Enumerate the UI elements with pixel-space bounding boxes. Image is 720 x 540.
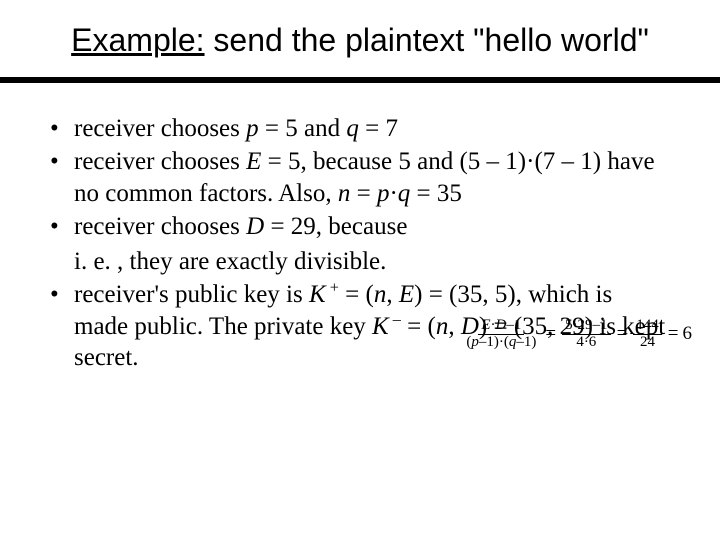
var-E: E: [481, 317, 490, 333]
slide: Example: send the plaintext "hello world…: [0, 0, 720, 540]
text: = 35: [410, 180, 462, 207]
text: –1: [506, 317, 521, 333]
formula: E·D–1 (p–1)·(q–1) = 5·29–1 4·6 = 144 24 …: [461, 318, 692, 351]
bullet-list: receiver chooses p = 5 and q = 7 receive…: [48, 113, 672, 242]
text: = (: [339, 281, 374, 308]
var-p: p: [246, 115, 259, 142]
var-D: D: [246, 213, 264, 240]
var-K: K: [309, 281, 326, 308]
frac1-num: E·D–1: [478, 318, 524, 335]
var-q: q: [346, 115, 359, 142]
var-n: n: [436, 313, 449, 340]
slide-title: Example: send the plaintext "hello world…: [0, 0, 720, 69]
sup-plus: +: [326, 279, 339, 297]
bullet-1: receiver chooses p = 5 and q = 7: [48, 113, 672, 144]
text: receiver's public key is: [74, 281, 309, 308]
var-n: n: [338, 180, 351, 207]
var-p: p: [471, 334, 479, 350]
text: receiver chooses: [74, 115, 246, 142]
text: = 29, because: [264, 213, 407, 240]
var-q: q: [398, 180, 411, 207]
bullet-3: receiver chooses D = 29, because: [48, 211, 672, 242]
text: ,: [448, 313, 461, 340]
text: receiver chooses: [74, 148, 246, 175]
frac3-den: 24: [637, 335, 658, 351]
text: ·: [389, 180, 397, 207]
fraction-1: E·D–1 (p–1)·(q–1): [463, 318, 539, 351]
bullet-2: receiver chooses E = 5, because 5 and (5…: [48, 146, 672, 209]
frac2-num: 5·29–1: [562, 318, 611, 335]
sub-line: i. e. , they are exactly divisible.: [48, 246, 672, 277]
equals: =: [617, 323, 628, 345]
fraction-3: 144 24: [633, 318, 662, 351]
var-n: n: [374, 281, 387, 308]
text: –1)·(: [479, 334, 509, 350]
text: ,: [386, 281, 399, 308]
var-E: E: [399, 281, 414, 308]
equals: =: [545, 323, 556, 345]
frac3-num: 144: [633, 318, 662, 335]
var-K: K: [372, 313, 389, 340]
frac2-den: 4·6: [573, 335, 599, 351]
fraction-2: 5·29–1 4·6: [562, 318, 611, 351]
equals: =: [668, 323, 679, 345]
title-rest: send the plaintext "hello world": [205, 22, 649, 58]
var-D: D: [496, 317, 507, 333]
text: =: [350, 180, 377, 207]
sup-minus: –: [389, 310, 401, 328]
text: = (: [401, 313, 436, 340]
title-prefix: Example:: [71, 22, 204, 58]
text: –1): [516, 334, 536, 350]
text: receiver chooses: [74, 213, 246, 240]
var-p: p: [377, 180, 390, 207]
formula-result: 6: [683, 323, 693, 345]
text: = 7: [359, 115, 398, 142]
var-E: E: [246, 148, 261, 175]
text: = 5 and: [259, 115, 347, 142]
frac1-den: (p–1)·(q–1): [463, 335, 539, 351]
